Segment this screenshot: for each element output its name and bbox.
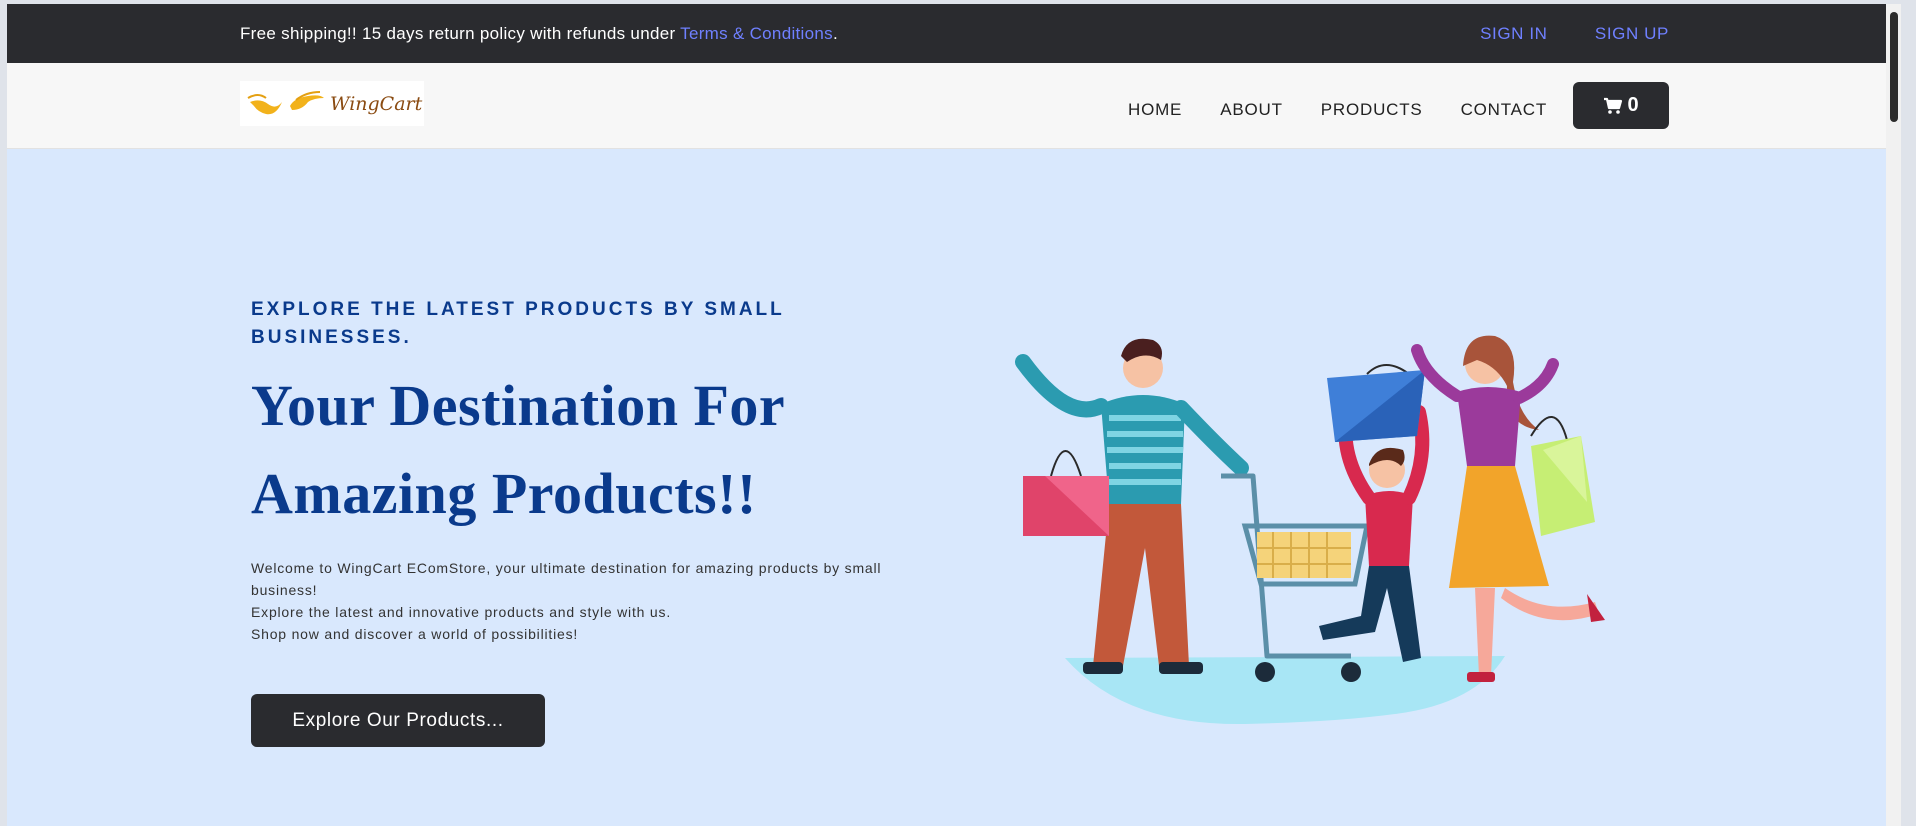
cart-button[interactable]: 0 <box>1573 82 1669 129</box>
logo-wordmark: WingCart <box>330 92 423 115</box>
explore-products-button[interactable]: Explore Our Products... <box>251 694 545 747</box>
desc-line-1: Welcome to WingCart EComStore, your ulti… <box>251 560 882 598</box>
shipping-notice: Free shipping!! 15 days return policy wi… <box>240 24 838 44</box>
page: Free shipping!! 15 days return policy wi… <box>7 4 1901 826</box>
desc-line-3: Shop now and discover a world of possibi… <box>251 626 579 642</box>
desc-line-2: Explore the latest and innovative produc… <box>251 604 672 620</box>
headline-line-1: Your Destination For <box>251 373 786 438</box>
auth-links: SIGN IN SIGN UP <box>1438 24 1669 44</box>
page-scrollbar[interactable] <box>1886 4 1901 826</box>
nav-contact[interactable]: CONTACT <box>1461 100 1548 120</box>
sign-in-link[interactable]: SIGN IN <box>1480 24 1548 43</box>
hero-eyebrow: EXPLORE THE LATEST PRODUCTS BY SMALL BUS… <box>251 299 785 348</box>
sign-up-link[interactable]: SIGN UP <box>1595 24 1669 43</box>
nav-about[interactable]: ABOUT <box>1220 100 1283 120</box>
nav-products[interactable]: PRODUCTS <box>1321 100 1423 120</box>
shopping-family-illustration <box>1015 335 1605 725</box>
hero-description: Welcome to WingCart EComStore, your ulti… <box>251 557 911 645</box>
cart-icon <box>1604 97 1623 114</box>
nav-home[interactable]: HOME <box>1128 100 1182 120</box>
notice-suffix: . <box>832 24 838 43</box>
hero-headline: Your Destination For Amazing Products!! <box>251 362 891 538</box>
logo[interactable]: WingCart <box>240 81 424 126</box>
notice-text: Free shipping!! 15 days return policy wi… <box>240 24 681 43</box>
scrollbar-thumb[interactable] <box>1890 12 1898 122</box>
announcement-bar: Free shipping!! 15 days return policy wi… <box>7 4 1901 63</box>
wings-icon <box>247 90 324 114</box>
cart-count: 0 <box>1627 94 1639 116</box>
headline-line-2: Amazing Products!! <box>251 461 757 526</box>
nav-links: HOME ABOUT PRODUCTS CONTACT <box>1128 100 1585 120</box>
terms-link[interactable]: Terms & Conditions <box>680 24 833 43</box>
main-navbar: WingCart HOME ABOUT PRODUCTS CONTACT 0 <box>7 63 1901 149</box>
